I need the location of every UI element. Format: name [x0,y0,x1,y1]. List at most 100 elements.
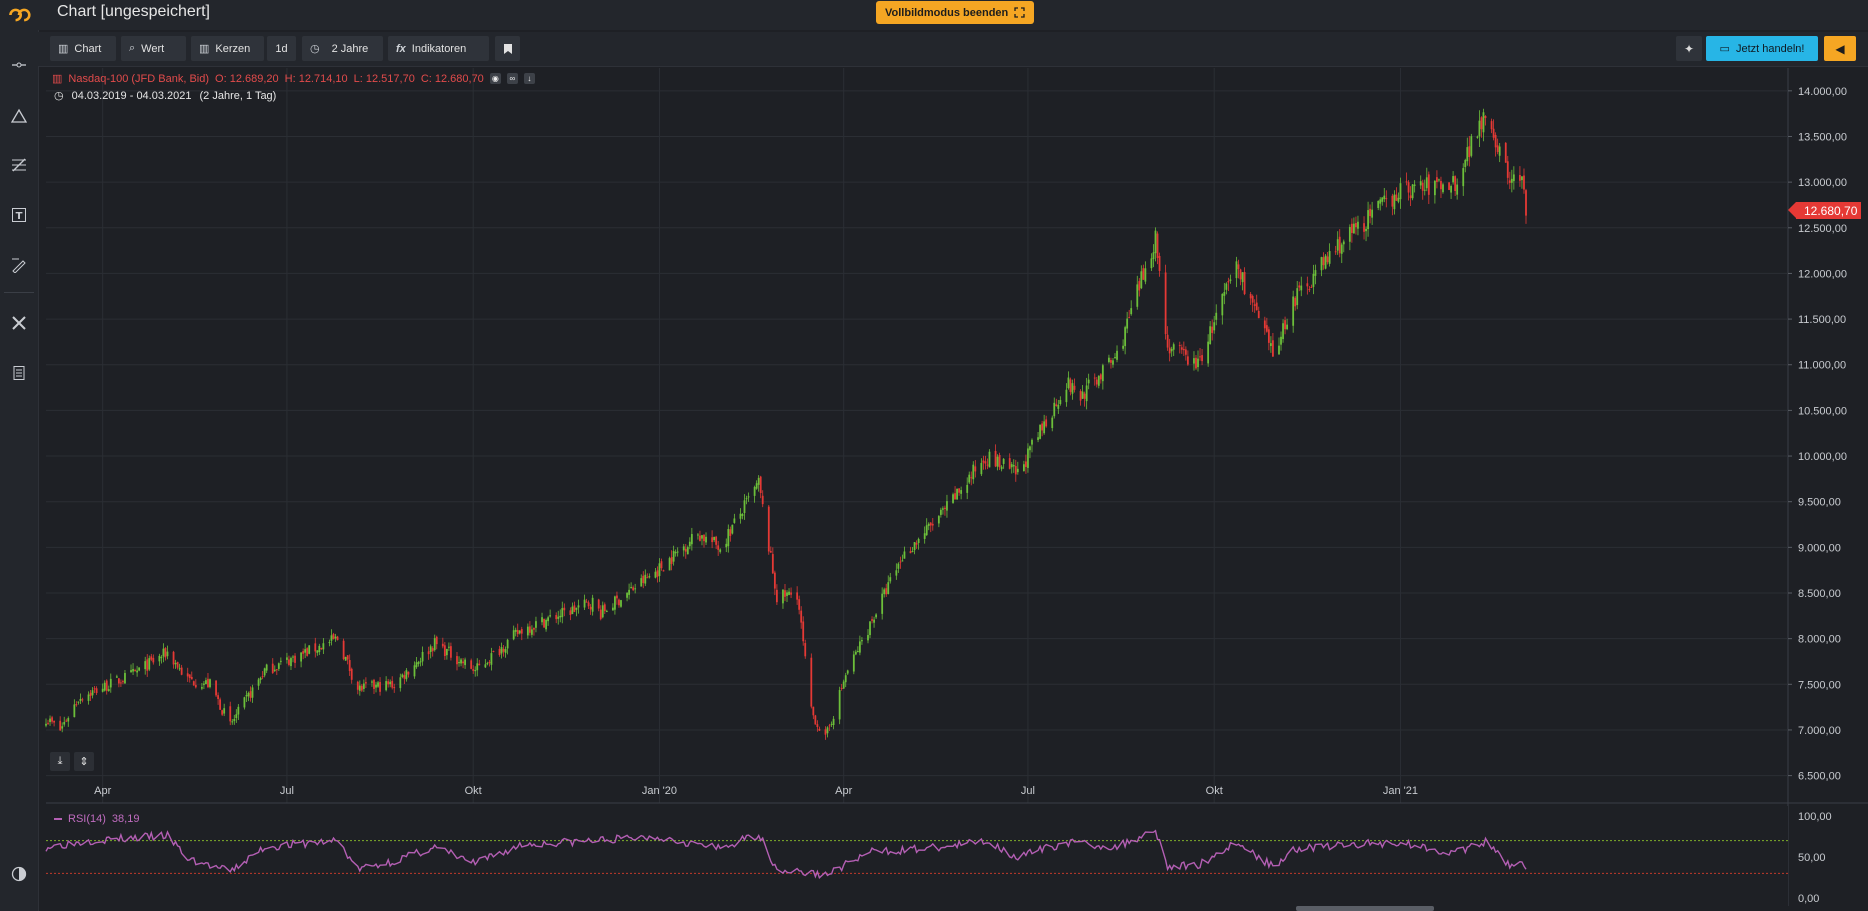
candle-body [814,715,817,725]
candle-body [1504,142,1507,163]
candle-body [1140,271,1143,289]
candle-body [583,599,586,608]
y-tick-label: 8.500,00 [1798,588,1841,600]
y-tick-label: 10.000,00 [1798,451,1847,463]
candle-body [954,493,956,500]
candle-body [1249,293,1252,299]
candle-body [1099,374,1102,380]
candle-body [747,496,750,498]
candle-body [682,546,685,551]
candle-body [842,681,845,689]
candle-body [1397,197,1400,202]
candle-body [1067,377,1070,389]
candle-body [1367,210,1369,230]
candle-body [1223,292,1226,296]
candle-body [755,483,758,489]
candle-body [952,494,954,503]
candle-body [996,456,999,467]
candle-body [533,627,535,630]
candle-body [419,661,422,663]
eye-icon[interactable]: ◉ [489,73,501,84]
candle-body [460,659,462,664]
candle-body [1071,383,1074,394]
rsi-tick-label: 100,00 [1798,811,1832,823]
candle-body [1464,160,1467,168]
candle-body [782,589,784,604]
candle-body [1284,320,1286,330]
candle-body [490,653,493,665]
candle-body [601,605,604,618]
candle-body [130,670,132,673]
candle-body [1512,174,1515,182]
candle-body [1365,228,1367,232]
rsi-tick-label: 0,00 [1798,893,1819,905]
candle-body [1355,223,1357,228]
candle-body [1340,244,1343,254]
candle-body [1468,146,1471,158]
candle-body [1326,256,1329,263]
candle-body [1211,326,1214,333]
candle-body [456,656,458,665]
candle-body [1130,308,1133,315]
x-tick-label: Apr [94,785,111,797]
candle-body [1490,121,1493,130]
candle-body [271,663,274,673]
download-icon[interactable]: ↓ [523,73,535,84]
candle-body [545,619,547,630]
candle-body [1322,257,1325,266]
candle-body [1241,272,1244,283]
candle-body [1393,194,1396,210]
candle-body [1172,344,1175,350]
candle-body [897,563,900,569]
candle-body [350,668,353,680]
instrument-name[interactable]: Nasdaq-100 (JFD Bank, Bid) [68,73,209,85]
candle-body [162,648,165,657]
rsi-value: 38,19 [111,813,140,825]
candle-body [972,464,975,480]
candle-body [379,682,381,692]
candle-body [597,599,600,609]
candle-body [308,645,311,654]
candle-body [798,599,801,610]
expand-vertical-icon: ⇕ [79,756,89,768]
scroll-to-latest-button[interactable]: ⤓ [50,752,70,771]
candles-small-icon: ▥ [52,73,63,85]
candle-body [356,681,359,690]
price-chart[interactable]: 14.000,00 13.500,00 13.000,00 12.500,00 12.0… [0,0,1868,911]
candle-body [640,578,643,587]
candle-body [1126,318,1129,329]
candle-body [1506,161,1509,178]
candle-body [292,656,294,658]
candle-body [1178,345,1181,347]
candle-body [316,650,319,653]
candle-body [648,576,651,578]
link-icon[interactable]: ∞ [506,73,518,84]
last-price-value: 12.680,70 [1804,203,1858,218]
candle-body [1225,283,1228,290]
candle-body [861,640,863,642]
candle-body [1186,356,1189,365]
candle-body [1379,199,1382,204]
candle-body [1166,334,1169,348]
candle-body [160,657,163,659]
candle-body [229,706,232,722]
candle-body [767,506,770,552]
candle-body [1209,326,1212,344]
candle-body [358,685,361,691]
candle-body [591,597,594,612]
candle-body [1523,175,1525,190]
candle-body [547,617,550,622]
candle-body [219,699,222,710]
x-tick-label: Okt [465,785,482,797]
candle-body [775,589,778,603]
candle-body [77,701,80,703]
y-tick-label: 7.500,00 [1798,679,1841,691]
candle-body [464,659,466,666]
candle-body [413,665,416,677]
expand-chart-button[interactable]: ⇕ [74,752,94,771]
candle-body [443,645,446,657]
horizontal-scrollbar[interactable] [1296,906,1434,911]
candle-body [1306,283,1309,287]
candle-body [304,649,307,653]
rsi-name[interactable]: RSI(14) [68,813,106,825]
